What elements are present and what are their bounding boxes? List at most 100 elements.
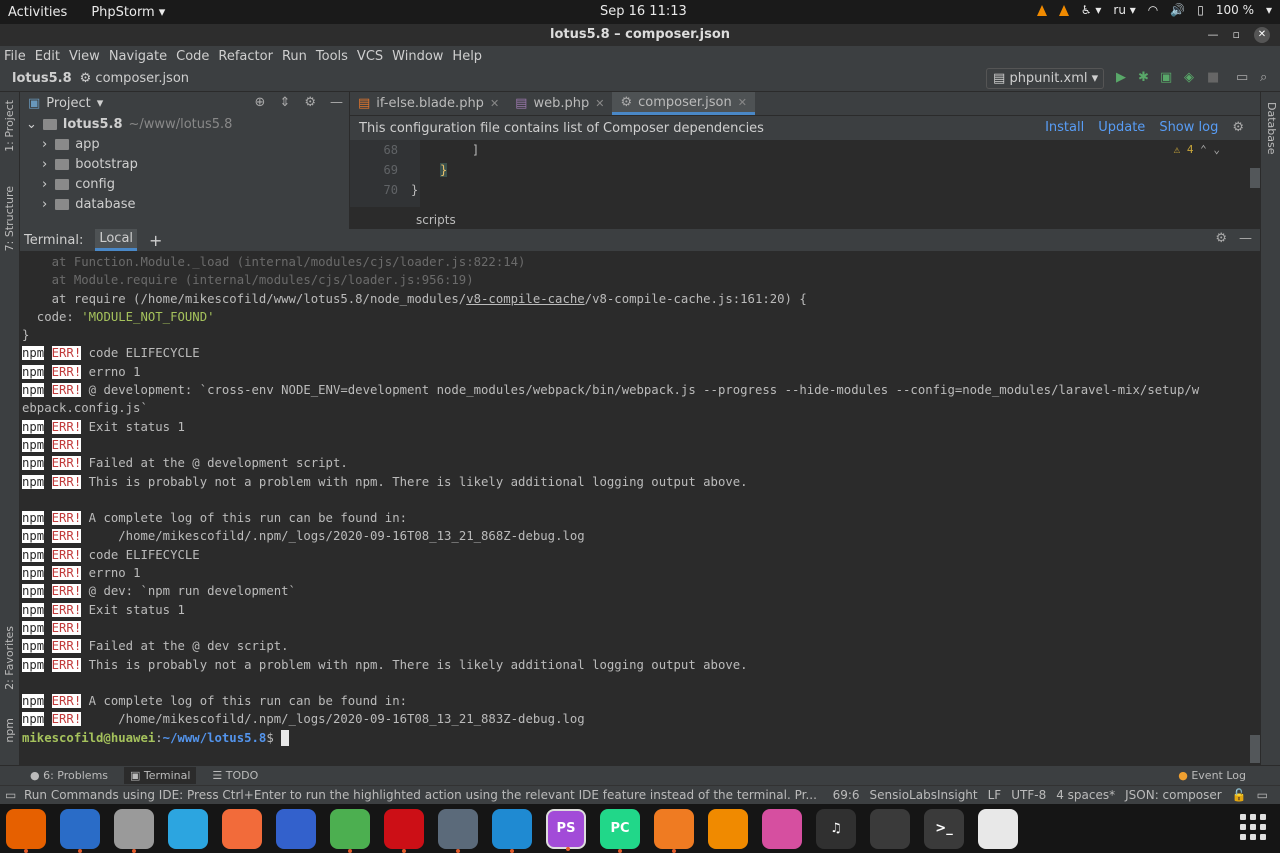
terminal-icon[interactable]: >_ — [924, 808, 964, 849]
menu-vcs[interactable]: VCS — [357, 49, 383, 64]
postman-icon[interactable] — [222, 808, 262, 849]
stop-icon[interactable]: ■ — [1207, 70, 1219, 85]
tool-favorites[interactable]: 2: Favorites — [3, 626, 16, 690]
show-log-link[interactable]: Show log — [1159, 120, 1218, 135]
event-log-button[interactable]: ● Event Log — [1178, 769, 1246, 782]
clock[interactable]: Sep 16 11:13 — [600, 4, 687, 19]
indent-setting[interactable]: 4 spaces* — [1056, 788, 1115, 802]
tab-problems[interactable]: ● 6: Problems — [30, 769, 108, 782]
tree-root[interactable]: ⌄ lotus5.8 ~/www/lotus5.8 — [20, 114, 349, 134]
menu-window[interactable]: Window — [392, 49, 443, 64]
tree-item-bootstrap[interactable]: › bootstrap — [20, 154, 349, 174]
chevron-down-icon[interactable]: ▾ — [97, 96, 104, 111]
tool-npm[interactable]: npm — [3, 718, 16, 743]
minimize-icon[interactable]: — — [1208, 24, 1219, 46]
menu-navigate[interactable]: Navigate — [109, 49, 167, 64]
tree-item-app[interactable]: › app — [20, 134, 349, 154]
menu-file[interactable]: File — [4, 49, 26, 64]
tree-item-database[interactable]: › database — [20, 194, 349, 214]
status-toggle-icon[interactable]: ▭ — [5, 788, 16, 802]
gitkraken-icon[interactable] — [654, 808, 694, 853]
settings-icon[interactable] — [438, 808, 478, 853]
close-icon[interactable]: ✕ — [595, 97, 604, 110]
menu-view[interactable]: View — [69, 49, 100, 64]
gear-icon[interactable]: ⚙ — [1232, 120, 1244, 135]
breadcrumb-project[interactable]: lotus5.8 — [12, 71, 72, 86]
tab-web-php[interactable]: ▤ web.php ✕ — [507, 92, 612, 115]
menu-code[interactable]: Code — [176, 49, 209, 64]
telegram-icon[interactable] — [168, 808, 208, 849]
system-monitor-icon[interactable] — [870, 808, 910, 849]
notifications-icon[interactable]: ▭ — [1257, 788, 1268, 802]
tool-project[interactable]: 1: Project — [3, 100, 16, 152]
menu-refactor[interactable]: Refactor — [218, 49, 273, 64]
line-separator[interactable]: LF — [988, 788, 1002, 802]
close-icon[interactable]: ✕ — [738, 96, 747, 109]
tab-composer-json[interactable]: ⚙ composer.json ✕ — [612, 92, 755, 115]
opera-icon[interactable] — [384, 808, 424, 853]
app-menu[interactable]: PhpStorm ▾ — [91, 5, 165, 20]
project-panel-title[interactable]: Project — [46, 96, 90, 111]
pycharm-icon[interactable]: PC — [600, 808, 640, 853]
terminal-output[interactable]: at Function.Module._load (internal/modul… — [20, 251, 1260, 747]
chrome-icon[interactable] — [330, 808, 370, 853]
battery-icon[interactable]: ▯ — [1197, 3, 1204, 17]
thunderbird-icon[interactable] — [60, 808, 100, 853]
language-indicator[interactable]: ru ▾ — [1113, 3, 1135, 17]
editor-scrollbar[interactable] — [1250, 168, 1260, 188]
tool-database[interactable]: Database — [1265, 102, 1278, 155]
json-breadcrumb[interactable]: scripts — [416, 213, 456, 227]
simplenote-icon[interactable] — [276, 808, 316, 849]
tool-structure[interactable]: 7: Structure — [3, 186, 16, 251]
vlc-tray-icon[interactable] — [1036, 4, 1047, 16]
lock-icon[interactable]: 🔓 — [1232, 788, 1247, 802]
debug-icon[interactable]: ✱ — [1138, 70, 1149, 85]
gem-icon[interactable] — [762, 808, 802, 849]
profile-icon[interactable]: ◈ — [1184, 70, 1194, 85]
file-encoding[interactable]: UTF-8 — [1011, 788, 1046, 802]
menu-tools[interactable]: Tools — [316, 49, 348, 64]
layout-icon[interactable]: ▭ — [1236, 70, 1248, 85]
volume-icon[interactable]: 🔊 — [1170, 3, 1185, 17]
run-config-selector[interactable]: ▤ phpunit.xml ▾ — [986, 68, 1104, 89]
firefox-icon[interactable] — [6, 808, 46, 853]
terminal-scrollbar[interactable] — [1250, 735, 1260, 763]
warnings-indicator[interactable]: ⚠ 4 ⌃ ⌄ — [1174, 143, 1220, 156]
coverage-icon[interactable]: ▣ — [1160, 70, 1172, 85]
music-icon[interactable]: ♫ — [816, 808, 856, 849]
code-view[interactable]: 68 69 70 ] } } ⚠ 4 ⌃ ⌄ — [350, 140, 1260, 207]
insight-plugin[interactable]: SensioLabsInsight — [870, 788, 978, 802]
search-icon[interactable]: ⌕ — [1260, 70, 1267, 85]
menu-run[interactable]: Run — [282, 49, 307, 64]
phpstorm-icon[interactable]: PS — [546, 808, 586, 851]
accessibility-icon[interactable]: ♿ ▾ — [1081, 3, 1102, 17]
gear-icon[interactable]: ⚙ — [1215, 231, 1227, 246]
vlc-tray-icon-2[interactable] — [1058, 4, 1069, 16]
document-viewer-icon[interactable] — [978, 808, 1018, 849]
path-link[interactable]: v8-compile-cache — [466, 292, 584, 306]
install-link[interactable]: Install — [1045, 120, 1084, 135]
close-icon[interactable]: ✕ — [1254, 27, 1270, 43]
run-icon[interactable]: ▶ — [1116, 70, 1126, 85]
caret-position[interactable]: 69:6 — [833, 788, 860, 802]
tab-if-else-blade[interactable]: ▤ if-else.blade.php ✕ — [350, 92, 507, 115]
show-applications-icon[interactable] — [1240, 814, 1266, 840]
update-link[interactable]: Update — [1098, 120, 1145, 135]
chevron-down-icon[interactable]: ▾ — [1266, 3, 1272, 17]
tab-local[interactable]: Local — [95, 229, 138, 251]
hide-icon[interactable]: — — [1239, 231, 1252, 246]
maximize-icon[interactable]: ▫ — [1233, 24, 1240, 46]
tab-terminal[interactable]: ▣ Terminal — [124, 767, 197, 784]
vscode-icon[interactable] — [492, 808, 532, 853]
vlc-icon[interactable] — [708, 808, 748, 849]
close-icon[interactable]: ✕ — [490, 97, 499, 110]
breadcrumb-file[interactable]: ⚙ composer.json — [80, 71, 189, 86]
menu-help[interactable]: Help — [452, 49, 482, 64]
hide-icon[interactable]: — — [330, 95, 343, 110]
collapse-icon[interactable]: ⇕ — [279, 95, 290, 110]
json-schema[interactable]: JSON: composer — [1125, 788, 1222, 802]
files-icon[interactable] — [114, 808, 154, 853]
wifi-icon[interactable]: ◠ — [1148, 3, 1158, 17]
locate-icon[interactable]: ⊕ — [255, 95, 266, 110]
system-tray[interactable]: ♿ ▾ ru ▾ ◠ 🔊 ▯ 100 % ▾ — [1036, 3, 1272, 17]
